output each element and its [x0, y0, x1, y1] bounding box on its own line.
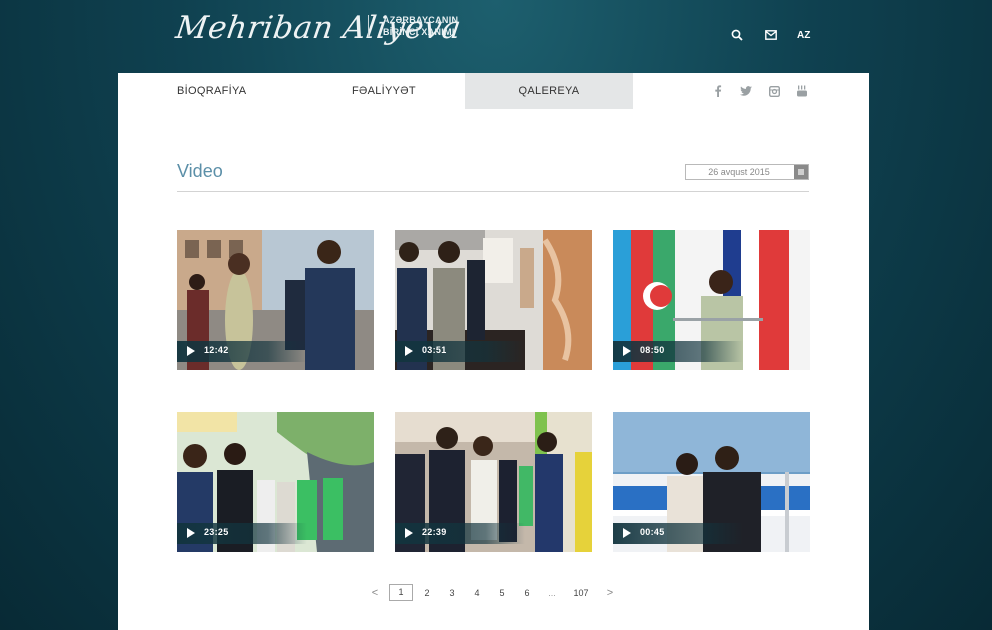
page-5[interactable]: 5	[491, 585, 513, 601]
video-info-bar: 03:51	[395, 341, 525, 362]
pagination: < 1 2 3 4 5 6 ... 107 >	[364, 584, 624, 601]
video-duration: 23:25	[204, 527, 229, 537]
page-1[interactable]: 1	[389, 584, 413, 601]
logo-divider	[368, 15, 369, 37]
video-info-bar: 12:42	[177, 341, 307, 362]
header-tools: AZ	[729, 27, 810, 43]
video-duration: 08:50	[640, 345, 665, 355]
date-value: 26 avqust 2015	[708, 167, 770, 177]
tagline-line-1: AZƏRBAYCANIN	[383, 15, 459, 25]
search-icon[interactable]	[729, 27, 745, 43]
video-duration: 00:45	[640, 527, 665, 537]
play-icon	[405, 346, 413, 356]
logo-tagline[interactable]: AZƏRBAYCANIN BİRİNCİ XANIMI	[383, 14, 473, 38]
nav-item-biography[interactable]: BİOQRAFİYA	[177, 73, 246, 109]
video-thumbnail-6[interactable]: 00:45	[613, 412, 810, 552]
site-header: Mehriban Aliyeva AZƏRBAYCANIN BİRİNCİ XA…	[0, 0, 992, 73]
main-nav: BİOQRAFİYA FƏALİYYƏT QALEREYA	[118, 73, 869, 109]
play-icon	[405, 528, 413, 538]
page-last[interactable]: 107	[566, 585, 596, 601]
video-thumbnail-5[interactable]: 22:39	[395, 412, 592, 552]
tagline-line-2: BİRİNCİ XANIMI	[383, 27, 455, 37]
page-2[interactable]: 2	[416, 585, 438, 601]
play-icon	[187, 346, 195, 356]
title-divider	[177, 191, 809, 192]
prev-page-button[interactable]: <	[364, 585, 386, 601]
section-title: Video	[177, 161, 223, 181]
video-info-bar: 22:39	[395, 523, 525, 544]
video-duration: 03:51	[422, 345, 447, 355]
video-duration: 12:42	[204, 345, 229, 355]
video-thumbnail-3[interactable]: 08:50	[613, 230, 810, 370]
twitter-icon[interactable]	[739, 84, 753, 98]
video-info-bar: 08:50	[613, 341, 743, 362]
video-thumbnail-4[interactable]: 23:25	[177, 412, 374, 552]
nav-item-activity[interactable]: FƏALİYYƏT	[352, 73, 416, 109]
language-switch[interactable]: AZ	[797, 30, 810, 41]
video-thumbnail-1[interactable]: 12:42	[177, 230, 374, 370]
page-4[interactable]: 4	[466, 585, 488, 601]
nav-item-gallery[interactable]: QALEREYA	[465, 73, 633, 109]
youtube-icon[interactable]	[795, 84, 809, 98]
video-duration: 22:39	[422, 527, 447, 537]
video-info-bar: 00:45	[613, 523, 743, 544]
date-picker[interactable]: 26 avqust 2015	[685, 164, 809, 180]
social-links	[711, 84, 823, 98]
video-thumbnail-2[interactable]: 03:51	[395, 230, 592, 370]
pagination-ellipsis: ...	[548, 587, 556, 598]
next-page-button[interactable]: >	[599, 585, 621, 601]
instagram-icon[interactable]	[767, 84, 781, 98]
page-3[interactable]: 3	[441, 585, 463, 601]
play-icon	[187, 528, 195, 538]
play-icon	[623, 346, 631, 356]
facebook-icon[interactable]	[711, 84, 725, 98]
calendar-button[interactable]	[794, 165, 808, 179]
page-6[interactable]: 6	[516, 585, 538, 601]
play-icon	[623, 528, 631, 538]
content-panel: BİOQRAFİYA FƏALİYYƏT QALEREYA Video 26 a…	[118, 73, 869, 630]
mail-icon[interactable]	[763, 27, 779, 43]
video-info-bar: 23:25	[177, 523, 307, 544]
